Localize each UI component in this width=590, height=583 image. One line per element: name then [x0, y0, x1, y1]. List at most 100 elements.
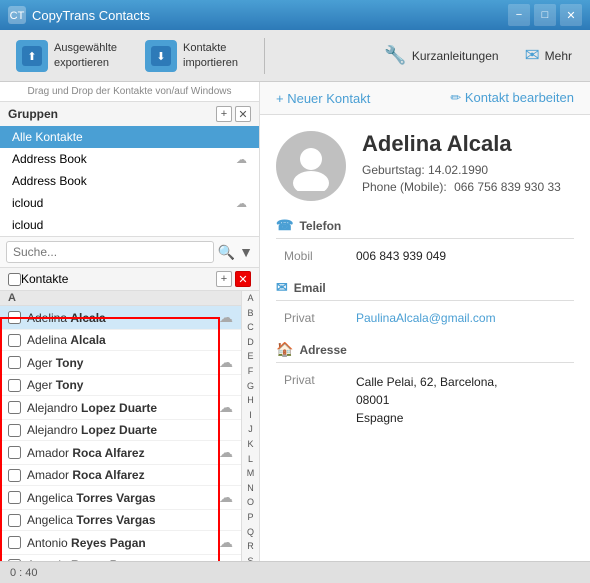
contacts-section: Kontakte + ✕ A Adelina Alcala ☁ Adelina … — [0, 268, 259, 561]
group-item-icloud2[interactable]: icloud — [0, 214, 259, 236]
group-item-label: Address Book — [12, 174, 87, 188]
contact-cloud-icon: ☁ — [219, 444, 233, 461]
contact-checkbox[interactable] — [8, 379, 21, 392]
select-all-checkbox[interactable] — [8, 273, 21, 286]
contact-row[interactable]: Alejandro Lopez Duarte ☁ — [0, 396, 241, 420]
group-item-alle[interactable]: Alle Kontakte — [0, 126, 259, 148]
alpha-letter-G[interactable]: G — [247, 379, 254, 394]
contact-row[interactable]: Alejandro Lopez Duarte — [0, 420, 241, 441]
alpha-letter-L[interactable]: L — [248, 452, 253, 467]
toolbar-right: 🔧 Kurzanleitungen ✉ Mehr — [376, 41, 580, 70]
alpha-letter-Q[interactable]: Q — [247, 525, 254, 540]
alpha-letter-R[interactable]: R — [247, 539, 254, 554]
contact-checkbox[interactable] — [8, 334, 21, 347]
alpha-letter-A[interactable]: A — [247, 291, 253, 306]
group-item-label: Address Book — [12, 152, 87, 166]
adresse-privat-value: Calle Pelai, 62, Barcelona, 08001 Espagn… — [356, 373, 497, 427]
search-button[interactable]: 🔍 — [218, 244, 235, 261]
alpha-letter-E[interactable]: E — [247, 349, 253, 364]
contact-row[interactable]: Antonio Reyes Pagan — [0, 555, 241, 561]
import-icon: ⬇ — [145, 40, 177, 72]
mobil-value: 006 843 939 049 — [356, 249, 446, 263]
alpha-letter-M[interactable]: M — [247, 466, 255, 481]
content-area: Drag und Drop der Kontakte von/auf Windo… — [0, 82, 590, 561]
contact-checkbox[interactable] — [8, 446, 21, 459]
alpha-letter-N[interactable]: N — [247, 481, 254, 496]
contact-row[interactable]: Ager Tony — [0, 375, 241, 396]
alpha-letter-I[interactable]: I — [249, 408, 252, 423]
contact-checkbox[interactable] — [8, 514, 21, 527]
group-item-label: Alle Kontakte — [12, 130, 83, 144]
more-button[interactable]: ✉ Mehr — [517, 41, 580, 70]
contact-row[interactable]: Angelica Torres Vargas — [0, 510, 241, 531]
alpha-letter-S[interactable]: S — [247, 554, 253, 561]
filter-button[interactable]: ▼ — [239, 244, 253, 260]
mobil-label: Mobil — [284, 249, 344, 263]
contact-row[interactable]: Angelica Torres Vargas ☁ — [0, 486, 241, 510]
alpha-letter-D[interactable]: D — [247, 335, 254, 350]
add-contact-button[interactable]: + — [216, 271, 232, 287]
contact-row[interactable]: Adelina Alcala — [0, 330, 241, 351]
contact-checkbox[interactable] — [8, 469, 21, 482]
groups-list: Alle KontakteAddress Book☁Address Bookic… — [0, 126, 259, 236]
contact-birthday: Geburtstag: 14.02.1990 — [362, 163, 561, 177]
alpha-letter-F[interactable]: F — [248, 364, 254, 379]
remove-contact-button[interactable]: ✕ — [235, 271, 251, 287]
telefon-icon: ☎ — [276, 217, 293, 234]
search-input[interactable] — [6, 241, 214, 263]
new-contact-button[interactable]: + Neuer Kontakt — [276, 91, 370, 106]
contact-checkbox[interactable] — [8, 356, 21, 369]
group-item-ab2[interactable]: Address Book — [0, 170, 259, 192]
contacts-list: A Adelina Alcala ☁ Adelina Alcala Ager T… — [0, 291, 241, 561]
contacts-label: Kontakte — [21, 272, 216, 286]
contact-checkbox[interactable] — [8, 491, 21, 504]
adresse-privat-row: Privat Calle Pelai, 62, Barcelona, 08001… — [276, 371, 574, 429]
drag-drop-hint: Drag und Drop der Kontakte von/auf Windo… — [0, 82, 259, 102]
avatar-icon — [286, 141, 336, 191]
minimize-button[interactable]: − — [508, 4, 530, 26]
groups-label: Gruppen — [8, 107, 216, 121]
email-privat-label: Privat — [284, 311, 344, 325]
shortcuts-button[interactable]: 🔧 Kurzanleitungen — [376, 41, 506, 70]
alpha-letter-C[interactable]: C — [247, 320, 254, 335]
groups-header: Gruppen + ✕ — [0, 102, 259, 126]
contact-row[interactable]: Adelina Alcala ☁ — [0, 306, 241, 330]
adresse-title: 🏠 Adresse — [276, 341, 574, 363]
more-icon: ✉ — [525, 45, 540, 66]
alpha-letter-B[interactable]: B — [247, 306, 253, 321]
group-item-label: icloud — [12, 218, 43, 232]
close-button[interactable]: ✕ — [560, 4, 582, 26]
alpha-letter-H[interactable]: H — [247, 393, 254, 408]
groups-actions: + ✕ — [216, 106, 251, 122]
phone-value-header: 066 756 839 930 33 — [454, 180, 561, 194]
maximize-button[interactable]: □ — [534, 4, 556, 26]
alpha-letter-P[interactable]: P — [247, 510, 253, 525]
group-item-label: icloud — [12, 196, 43, 210]
contact-row[interactable]: Amador Roca Alfarez — [0, 465, 241, 486]
svg-text:⬆: ⬆ — [27, 51, 36, 63]
contact-row[interactable]: Ager Tony ☁ — [0, 351, 241, 375]
contact-name: Adelina Alcala — [362, 131, 561, 157]
contact-row-name: Alejandro Lopez Duarte — [27, 401, 213, 415]
export-button[interactable]: ⬆ Ausgewählte exportieren — [10, 36, 123, 76]
contact-row[interactable]: Antonio Reyes Pagan ☁ — [0, 531, 241, 555]
contact-checkbox[interactable] — [8, 424, 21, 437]
svg-text:CT: CT — [10, 10, 25, 22]
contact-row[interactable]: Amador Roca Alfarez ☁ — [0, 441, 241, 465]
add-group-button[interactable]: + — [216, 106, 232, 122]
remove-group-button[interactable]: ✕ — [235, 106, 251, 122]
alpha-letter-K[interactable]: K — [247, 437, 253, 452]
edit-contact-button[interactable]: ✏ Kontakt bearbeiten — [450, 90, 574, 106]
contact-checkbox[interactable] — [8, 559, 21, 562]
contact-info: Adelina Alcala Geburtstag: 14.02.1990 Ph… — [362, 131, 561, 197]
alpha-letter-O[interactable]: O — [247, 495, 254, 510]
email-label: Email — [294, 281, 326, 295]
import-button[interactable]: ⬇ Kontakte importieren — [139, 36, 244, 76]
contact-checkbox[interactable] — [8, 401, 21, 414]
group-item-ab1[interactable]: Address Book☁ — [0, 148, 259, 170]
contact-checkbox[interactable] — [8, 311, 21, 324]
contact-checkbox[interactable] — [8, 536, 21, 549]
contact-cloud-icon: ☁ — [219, 309, 233, 326]
group-item-icloud1[interactable]: icloud☁ — [0, 192, 259, 214]
alpha-letter-J[interactable]: J — [248, 422, 253, 437]
